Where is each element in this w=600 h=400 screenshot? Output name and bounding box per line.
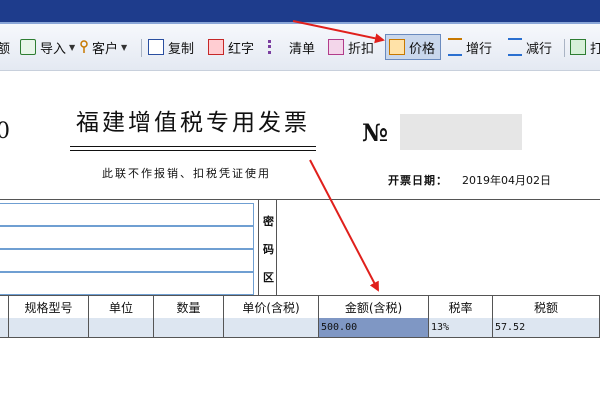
date-value: 2019年04月02日 (462, 174, 551, 187)
title-underline (70, 146, 316, 147)
delete-row-button[interactable]: 减行 (508, 35, 552, 59)
copy-icon (148, 39, 164, 55)
invoice-subtitle: 此联不作报销、扣税凭证使用 (102, 167, 271, 180)
toolbar-separator (564, 39, 565, 57)
invoice-title: 福建增值税专用发票 (76, 110, 310, 136)
invoice-document: 0 福建增值税专用发票 此联不作报销、扣税凭证使用 № 开票日期： 2019年0… (0, 71, 600, 400)
invoice-number-label: № (362, 118, 389, 147)
toolbar-item-partial-label: 额 (0, 41, 11, 57)
cell-quantity[interactable] (153, 318, 223, 337)
password-area: 密 码 区 (258, 199, 277, 295)
print-button[interactable]: 打 (570, 35, 600, 59)
table-row[interactable]: 500.00 13% 57.52 (0, 318, 600, 338)
delete-row-icon (508, 38, 522, 56)
list-icon (268, 40, 285, 54)
add-row-button[interactable]: 增行 (448, 35, 492, 59)
cell-unit[interactable] (88, 318, 153, 337)
red-invoice-icon (208, 39, 224, 55)
toolbar-separator (141, 39, 142, 57)
password-area-char: 密 (263, 215, 274, 228)
print-label: 打 (590, 41, 600, 57)
cell-amount[interactable]: 500.00 (318, 318, 428, 337)
cell-unit-price[interactable] (223, 318, 318, 337)
password-area-char: 码 (263, 243, 274, 256)
price-label: 价格 (409, 41, 436, 57)
red-invoice-label: 红字 (228, 41, 255, 57)
password-area-char: 区 (263, 271, 274, 284)
invoice-code-digit: 0 (0, 119, 10, 144)
discount-button[interactable]: 折扣 (328, 35, 374, 59)
header-tax-amount: 税额 (492, 296, 600, 318)
chevron-down-icon: ▼ (121, 42, 128, 52)
header-unit-price: 单价(含税) (223, 296, 318, 318)
import-label: 导入 (40, 41, 67, 57)
buyer-taxid-input[interactable] (0, 226, 254, 249)
customer-label: 客户 (92, 41, 119, 57)
list-label: 清单 (289, 41, 316, 57)
window-title-bar (0, 0, 600, 22)
cell-spec[interactable] (8, 318, 88, 337)
import-button[interactable]: 导入 ▼ (20, 35, 75, 59)
password-area-border (276, 199, 277, 295)
buyer-info-section (0, 199, 258, 295)
header-unit: 单位 (88, 296, 153, 318)
discount-icon (328, 39, 344, 55)
table-header: 规格型号 单位 数量 单价(含税) 金额(含税) 税率 税额 (0, 295, 600, 319)
red-invoice-button[interactable]: 红字 (208, 35, 254, 59)
price-button[interactable]: 价格 (385, 34, 442, 60)
discount-label: 折扣 (348, 41, 375, 57)
buyer-address-input[interactable] (0, 249, 254, 272)
add-row-label: 增行 (466, 41, 493, 57)
date-label: 开票日期： (388, 174, 448, 187)
header-spec: 规格型号 (8, 296, 88, 318)
customer-button[interactable]: 客户 ▼ (80, 35, 127, 59)
copy-label: 复制 (168, 41, 195, 57)
toolbar: 额 导入 ▼ 客户 ▼ 复制 红字 清单 折扣 价格 增行 减行 打 (0, 24, 600, 71)
print-icon (570, 39, 586, 55)
chevron-down-icon: ▼ (69, 42, 76, 52)
cell-tax-rate[interactable]: 13% (428, 318, 492, 337)
toolbar-item-partial[interactable]: 额 (0, 35, 10, 59)
customer-icon (80, 40, 88, 54)
header-amount: 金额(含税) (318, 296, 428, 318)
buyer-name-input[interactable] (0, 203, 254, 226)
title-underline (70, 150, 316, 151)
invoice-number-redacted (400, 114, 522, 150)
header-tax-rate: 税率 (428, 296, 492, 318)
add-row-icon (448, 38, 462, 56)
header-quantity: 数量 (153, 296, 223, 318)
buyer-bank-input[interactable] (0, 272, 254, 295)
list-button[interactable]: 清单 (268, 35, 315, 59)
import-icon (20, 39, 36, 55)
copy-button[interactable]: 复制 (148, 35, 194, 59)
price-icon (389, 39, 405, 55)
cell-tax-amount[interactable]: 57.52 (492, 318, 600, 337)
delete-row-label: 减行 (526, 41, 553, 57)
